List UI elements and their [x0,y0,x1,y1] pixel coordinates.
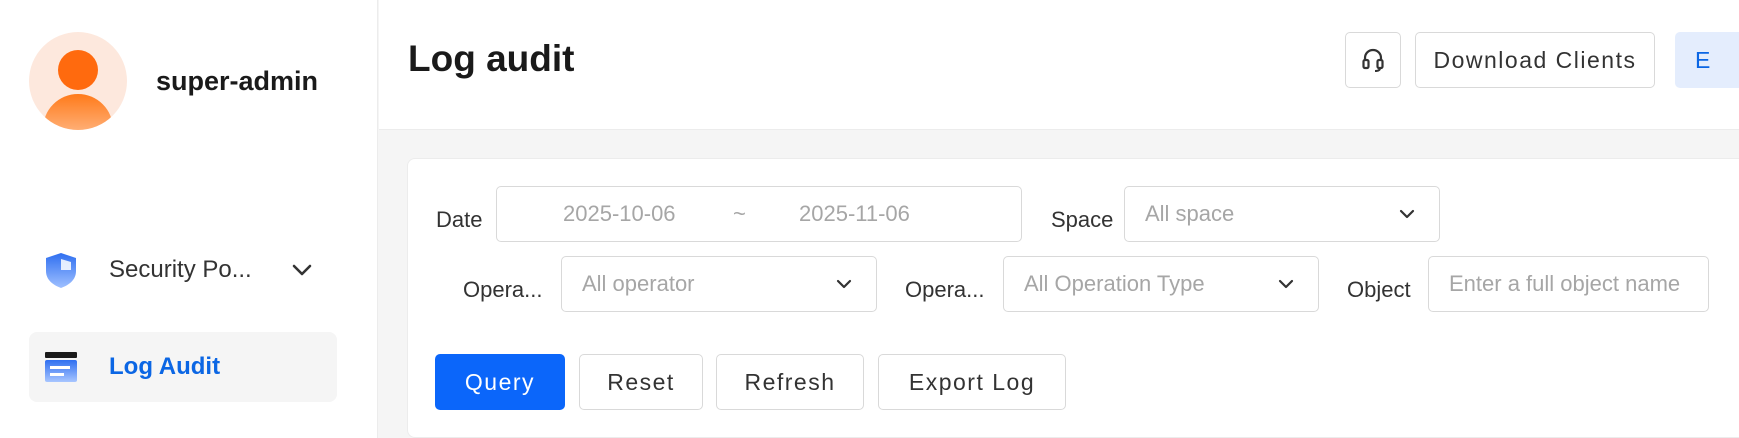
operator-placeholder: All operator [582,271,695,296]
log-document-icon [45,352,77,382]
operator-select[interactable]: All operator [561,256,877,312]
headset-icon [1362,48,1384,72]
reset-button[interactable]: Reset [579,354,703,410]
chevron-down-icon [1278,279,1294,289]
date-start: 2025-10-06 [563,201,676,226]
object-label: Object [1347,277,1411,302]
date-range-picker[interactable]: 2025-10-06 ~ 2025-11-06 [496,186,1022,242]
sidebar-item-label: Security Po... [109,256,252,283]
avatar-body [43,94,113,130]
chevron-down-icon [1399,209,1415,219]
date-end: 2025-11-06 [799,201,910,226]
chevron-down-icon [836,279,852,289]
space-placeholder: All space [1145,201,1235,226]
avatar-head [58,50,98,90]
page-title: Log audit [408,38,575,79]
page-header: Log audit Download Clients E [379,0,1739,130]
header-primary-button[interactable]: E [1675,32,1739,88]
chevron-down-icon[interactable] [289,257,315,283]
operation-type-label: Opera... [905,277,985,302]
username: super-admin [156,66,319,96]
date-label: Date [436,207,483,232]
query-button[interactable]: Query [435,354,565,410]
sidebar-item-security-policy[interactable]: Security Po... [29,235,337,305]
export-log-button[interactable]: Export Log [878,354,1066,410]
support-button[interactable] [1345,32,1401,88]
shield-icon [46,253,76,288]
sidebar: super-admin Security Po... Log Audit [0,0,378,438]
operation-type-placeholder: All Operation Type [1024,271,1205,296]
refresh-button[interactable]: Refresh [716,354,864,410]
space-label: Space [1051,207,1114,232]
operation-type-select[interactable]: All Operation Type [1003,256,1319,312]
space-select[interactable]: All space [1124,186,1440,242]
sidebar-item-log-audit[interactable]: Log Audit [29,332,337,402]
operator-label: Opera... [463,277,543,302]
avatar[interactable] [29,32,127,130]
sidebar-item-label: Log Audit [109,353,221,380]
object-search-input[interactable]: Enter a full object name [1428,256,1709,312]
object-placeholder: Enter a full object name [1449,271,1681,296]
date-separator: ~ [733,201,746,226]
download-clients-button[interactable]: Download Clients [1415,32,1655,88]
